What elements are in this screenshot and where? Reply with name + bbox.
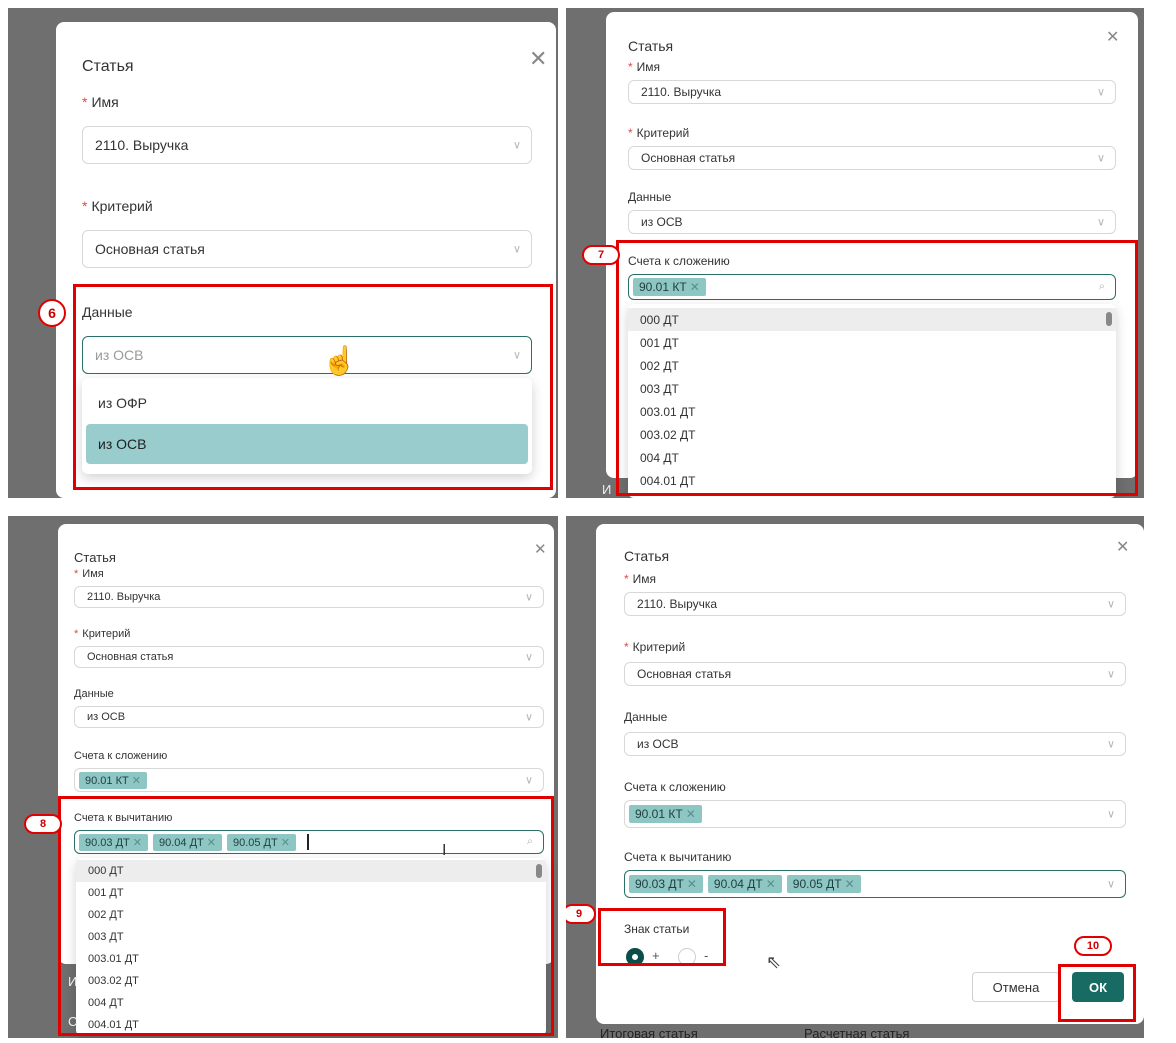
add-accounts-label: Счета к сложению — [74, 750, 168, 762]
data-select[interactable]: из ОСВ ∨ — [628, 210, 1116, 234]
data-select[interactable]: из ОСВ ∨ — [624, 732, 1126, 756]
screenshot-panel-4: Статья ✕ * Имя 2110. Выручка ∨ * Критерий … — [566, 516, 1144, 1038]
chevron-down-icon: ∨ — [512, 139, 521, 152]
criterion-select[interactable]: Основная статья ∨ — [628, 146, 1116, 170]
close-icon[interactable]: ✕ — [1116, 540, 1129, 556]
criterion-select[interactable]: Основная статья ∨ — [624, 662, 1126, 686]
chevron-down-icon: ∨ — [1106, 598, 1115, 611]
step-badge-9: 9 — [566, 904, 596, 924]
criterion-label: * Критерий — [628, 126, 690, 140]
name-label: * Имя — [82, 94, 119, 110]
screenshot-panel-3: Статья ✕ * Имя 2110. Выручка ∨ * Критерий … — [8, 516, 558, 1038]
criterion-select[interactable]: Основная статья ∨ — [82, 230, 532, 268]
data-label: Данные — [74, 688, 114, 700]
close-icon: ✕ — [765, 877, 776, 891]
chevron-down-icon: ∨ — [1106, 738, 1115, 751]
background-text: И — [602, 482, 612, 497]
criterion-label: * Критерий — [624, 640, 686, 654]
dialog-title: Статья — [82, 58, 134, 75]
add-accounts-select[interactable]: 90.01 КТ ✕ ∨ — [74, 768, 544, 792]
chevron-down-icon: ∨ — [524, 591, 533, 604]
dialog-title: Статья — [74, 550, 116, 565]
chevron-down-icon: ∨ — [512, 243, 521, 256]
chevron-down-icon: ∨ — [524, 774, 533, 787]
account-tag[interactable]: 90.01 КТ ✕ — [629, 805, 702, 823]
close-icon[interactable]: ✕ — [1106, 30, 1119, 46]
highlight-box — [616, 240, 1138, 496]
name-label: * Имя — [624, 572, 657, 586]
step-badge-8: 8 — [24, 814, 62, 834]
close-icon[interactable]: ✕ — [534, 542, 547, 557]
chevron-down-icon: ∨ — [1106, 808, 1115, 821]
chevron-down-icon: ∨ — [524, 651, 533, 664]
step-badge-10: 10 — [1074, 936, 1112, 956]
data-label: Данные — [624, 710, 668, 724]
data-label: Данные — [628, 190, 672, 204]
close-icon[interactable]: ✕ — [529, 48, 547, 70]
name-label: * Имя — [628, 60, 661, 74]
name-label: * Имя — [74, 568, 104, 580]
dialog-title: Статья — [628, 38, 674, 54]
cancel-button[interactable]: Отмена — [972, 972, 1060, 1002]
name-select[interactable]: 2110. Выручка ∨ — [82, 126, 532, 164]
highlight-box — [58, 796, 554, 1036]
account-tag[interactable]: 90.05 ДТ ✕ — [786, 875, 861, 893]
account-tag[interactable]: 90.01 КТ ✕ — [79, 771, 147, 789]
arrow-cursor-icon: ⇖ — [766, 952, 782, 972]
data-select[interactable]: из ОСВ ∨ — [74, 706, 544, 728]
criterion-select[interactable]: Основная статья ∨ — [74, 646, 544, 668]
footer-column-label: Итоговая статья — [600, 1026, 698, 1038]
account-tag[interactable]: 90.04 ДТ ✕ — [707, 875, 782, 893]
sub-accounts-label: Счета к вычитанию — [624, 850, 732, 864]
chevron-down-icon: ∨ — [1096, 152, 1105, 165]
name-select[interactable]: 2110. Выручка ∨ — [628, 80, 1116, 104]
close-icon: ✕ — [131, 774, 141, 787]
highlight-box — [1058, 964, 1136, 1022]
screenshot-panel-1: Статья ✕ * Имя 2110. Выручка ∨ * Критерий … — [8, 8, 558, 498]
footer-column-label: Расчетная статья — [804, 1026, 910, 1038]
chevron-down-icon: ∨ — [1106, 878, 1115, 891]
name-select[interactable]: 2110. Выручка ∨ — [74, 586, 544, 608]
close-icon: ✕ — [844, 877, 855, 891]
step-badge-7: 7 — [582, 245, 620, 265]
highlight-box — [73, 284, 553, 490]
chevron-down-icon: ∨ — [1106, 668, 1115, 681]
chevron-down-icon: ∨ — [524, 711, 533, 724]
screenshot-panel-2: Статья ✕ * Имя 2110. Выручка ∨ * Критерий … — [566, 8, 1144, 498]
highlight-box — [598, 908, 726, 966]
add-accounts-label: Счета к сложению — [624, 780, 726, 794]
chevron-down-icon: ∨ — [1096, 216, 1105, 229]
close-icon: ✕ — [686, 877, 697, 891]
chevron-down-icon: ∨ — [1096, 86, 1105, 99]
dialog-title: Статья — [624, 548, 670, 564]
add-accounts-select[interactable]: 90.01 КТ ✕ ∨ — [624, 800, 1126, 828]
account-tag[interactable]: 90.03 ДТ ✕ — [629, 875, 703, 893]
step-badge-6: 6 — [38, 299, 66, 327]
criterion-label: * Критерий — [74, 628, 131, 640]
sub-accounts-select[interactable]: 90.03 ДТ ✕ 90.04 ДТ ✕ 90.05 ДТ ✕ ∨ — [624, 870, 1126, 898]
criterion-label: * Критерий — [82, 198, 153, 214]
name-select[interactable]: 2110. Выручка ∨ — [624, 592, 1126, 616]
close-icon: ✕ — [685, 807, 696, 821]
